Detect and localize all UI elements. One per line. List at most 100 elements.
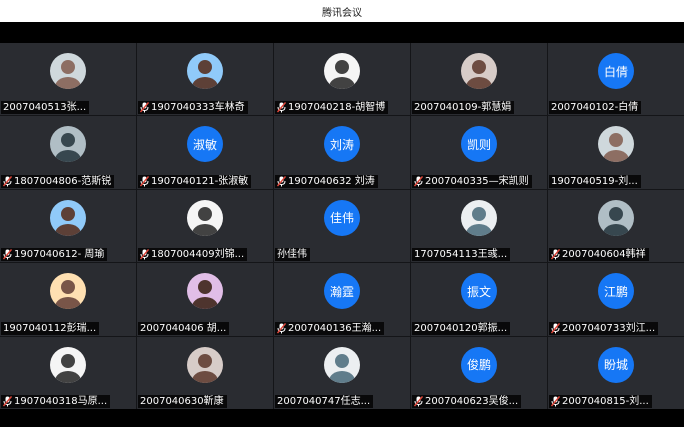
participant-tile[interactable]: 江鹏 2007040733刘江... [548, 263, 684, 336]
muted-mic-icon [3, 396, 12, 407]
text-avatar: 佳伟 [324, 199, 360, 236]
photo-avatar [324, 346, 360, 383]
participant-nameplate: 1907040333车林奇 [138, 101, 248, 115]
participant-name: 1807004806-范斯锐 [14, 175, 112, 187]
participant-tile[interactable]: 1907040612- 周瑜 [0, 189, 136, 263]
photo-avatar [461, 199, 497, 236]
participant-nameplate: 2007040335—宋凯则 [412, 174, 532, 188]
participant-name: 1907040612- 周瑜 [14, 249, 105, 261]
participant-tile[interactable]: 2007040630靳康 [137, 336, 273, 409]
avatar-initials: 刘涛 [329, 137, 354, 152]
participant-nameplate: 2007040406 胡... [138, 321, 230, 335]
participant-tile[interactable]: 2007040513张... [0, 43, 136, 116]
participant-name: 1807004409刘锦... [151, 249, 245, 261]
muted-mic-icon [140, 249, 149, 260]
muted-mic-icon [551, 322, 560, 334]
participant-tile[interactable]: 1907040112彭瑞... [0, 263, 136, 336]
participant-tile[interactable]: 俊鹏 2007040623吴俊... [411, 336, 547, 409]
participant-tile[interactable]: 1907040218-胡智博 [274, 43, 410, 116]
muted-mic-icon [140, 102, 149, 113]
muted-mic-icon [551, 249, 560, 260]
participant-tile[interactable]: 1807004806-范斯锐 [0, 116, 136, 189]
bottom-toolbar [0, 409, 684, 427]
avatar-initials: 盼城 [603, 358, 628, 373]
participant-name: 1907040318马原... [14, 396, 108, 407]
photo-avatar [50, 126, 86, 163]
participant-tile[interactable]: 1807004409刘锦... [137, 189, 273, 263]
participant-tile[interactable]: 佳伟孙佳伟 [274, 189, 410, 263]
participant-name: 1907040112彭瑞... [3, 322, 97, 334]
photo-avatar [50, 273, 86, 310]
participant-nameplate: 2007040136王瀚... [275, 321, 385, 335]
participant-grid: 2007040513张... 1907040333车林奇 1907040218-… [0, 43, 684, 409]
participant-tile[interactable]: 白倩 2007040102-白倩 [548, 43, 684, 116]
participant-name: 1907040121-张淑敏 [151, 175, 249, 187]
participant-tile[interactable]: 1907040519-刘... [548, 116, 684, 189]
muted-mic-icon [277, 102, 286, 113]
participant-nameplate: 2007040733刘江... [549, 321, 659, 335]
participant-name: 2007040102-白倩 [551, 102, 639, 114]
avatar-initials: 凯则 [466, 137, 491, 152]
photo-avatar [187, 199, 223, 236]
participant-tile[interactable]: 1907040333车林奇 [137, 43, 273, 116]
participant-nameplate: 1907040112彭瑞... [1, 321, 100, 335]
participant-nameplate: 1807004806-范斯锐 [1, 174, 115, 188]
participant-nameplate: 2007040513张... [1, 101, 90, 115]
text-avatar: 白倩 [598, 53, 634, 89]
text-avatar: 振文 [461, 273, 497, 310]
participant-tile[interactable]: 淑敏 1907040121-张淑敏 [137, 116, 273, 189]
avatar-initials: 瀚霆 [329, 284, 354, 299]
photo-avatar [50, 199, 86, 236]
participant-nameplate: 1707054113王彧... [412, 248, 511, 262]
participant-nameplate: 1807004409刘锦... [138, 248, 248, 262]
participant-tile[interactable]: 2007040604韩祥 [548, 189, 684, 263]
participant-tile[interactable]: 盼城 2007040815-刘... [548, 336, 684, 409]
avatar-initials: 振文 [466, 284, 491, 299]
participant-name: 2007040623吴俊... [425, 396, 519, 407]
participant-tile[interactable]: 刘涛 1907040632 刘涛 [274, 116, 410, 189]
participant-nameplate: 2007040604韩祥 [549, 248, 649, 262]
participant-nameplate: 1907040121-张淑敏 [138, 174, 252, 188]
participant-name: 孙佳伟 [277, 249, 307, 261]
participant-nameplate: 1907040612- 周瑜 [1, 248, 108, 262]
participant-nameplate: 1907040218-胡智博 [275, 101, 389, 115]
text-avatar: 俊鹏 [461, 346, 497, 383]
participant-name: 2007040747任志... [277, 396, 371, 407]
muted-mic-icon [3, 249, 12, 260]
participant-name: 1707054113王彧... [414, 249, 508, 261]
participant-name: 2007040604韩祥 [562, 249, 646, 261]
avatar-initials: 佳伟 [329, 211, 354, 226]
participant-name: 2007040406 胡... [140, 322, 227, 334]
participant-name: 1907040218-胡智博 [288, 102, 386, 114]
participant-tile[interactable]: 2007040747任志... [274, 336, 410, 409]
participant-nameplate: 2007040109-郭慧娟 [412, 101, 515, 115]
text-avatar: 凯则 [461, 126, 497, 163]
participant-nameplate: 2007040120郭振... [412, 321, 511, 335]
participant-nameplate: 2007040815-刘... [549, 395, 652, 408]
participant-tile[interactable]: 振文 2007040120郭振... [411, 263, 547, 336]
participant-tile[interactable]: 1907040318马原... [0, 336, 136, 409]
photo-avatar [50, 53, 86, 89]
photo-avatar [50, 346, 86, 383]
participant-nameplate: 2007040747任志... [275, 395, 374, 408]
muted-mic-icon [3, 175, 12, 187]
avatar-initials: 江鹏 [603, 284, 628, 299]
participant-nameplate: 1907040318马原... [1, 395, 111, 408]
participant-tile[interactable]: 凯则 2007040335—宋凯则 [411, 116, 547, 189]
photo-avatar [598, 199, 634, 236]
avatar-initials: 白倩 [603, 64, 628, 79]
text-avatar: 瀚霆 [324, 273, 360, 310]
photo-avatar [187, 346, 223, 383]
participant-tile[interactable]: 2007040109-郭慧娟 [411, 43, 547, 116]
photo-avatar [187, 273, 223, 310]
muted-mic-icon [414, 396, 423, 407]
participant-tile[interactable]: 瀚霆 2007040136王瀚... [274, 263, 410, 336]
muted-mic-icon [551, 396, 560, 407]
muted-mic-icon [414, 175, 423, 187]
muted-mic-icon [140, 175, 149, 187]
participant-name: 1907040333车林奇 [151, 102, 245, 114]
participant-name: 2007040120郭振... [414, 322, 508, 334]
text-avatar: 江鹏 [598, 273, 634, 310]
participant-tile[interactable]: 2007040406 胡... [137, 263, 273, 336]
participant-tile[interactable]: 1707054113王彧... [411, 189, 547, 263]
